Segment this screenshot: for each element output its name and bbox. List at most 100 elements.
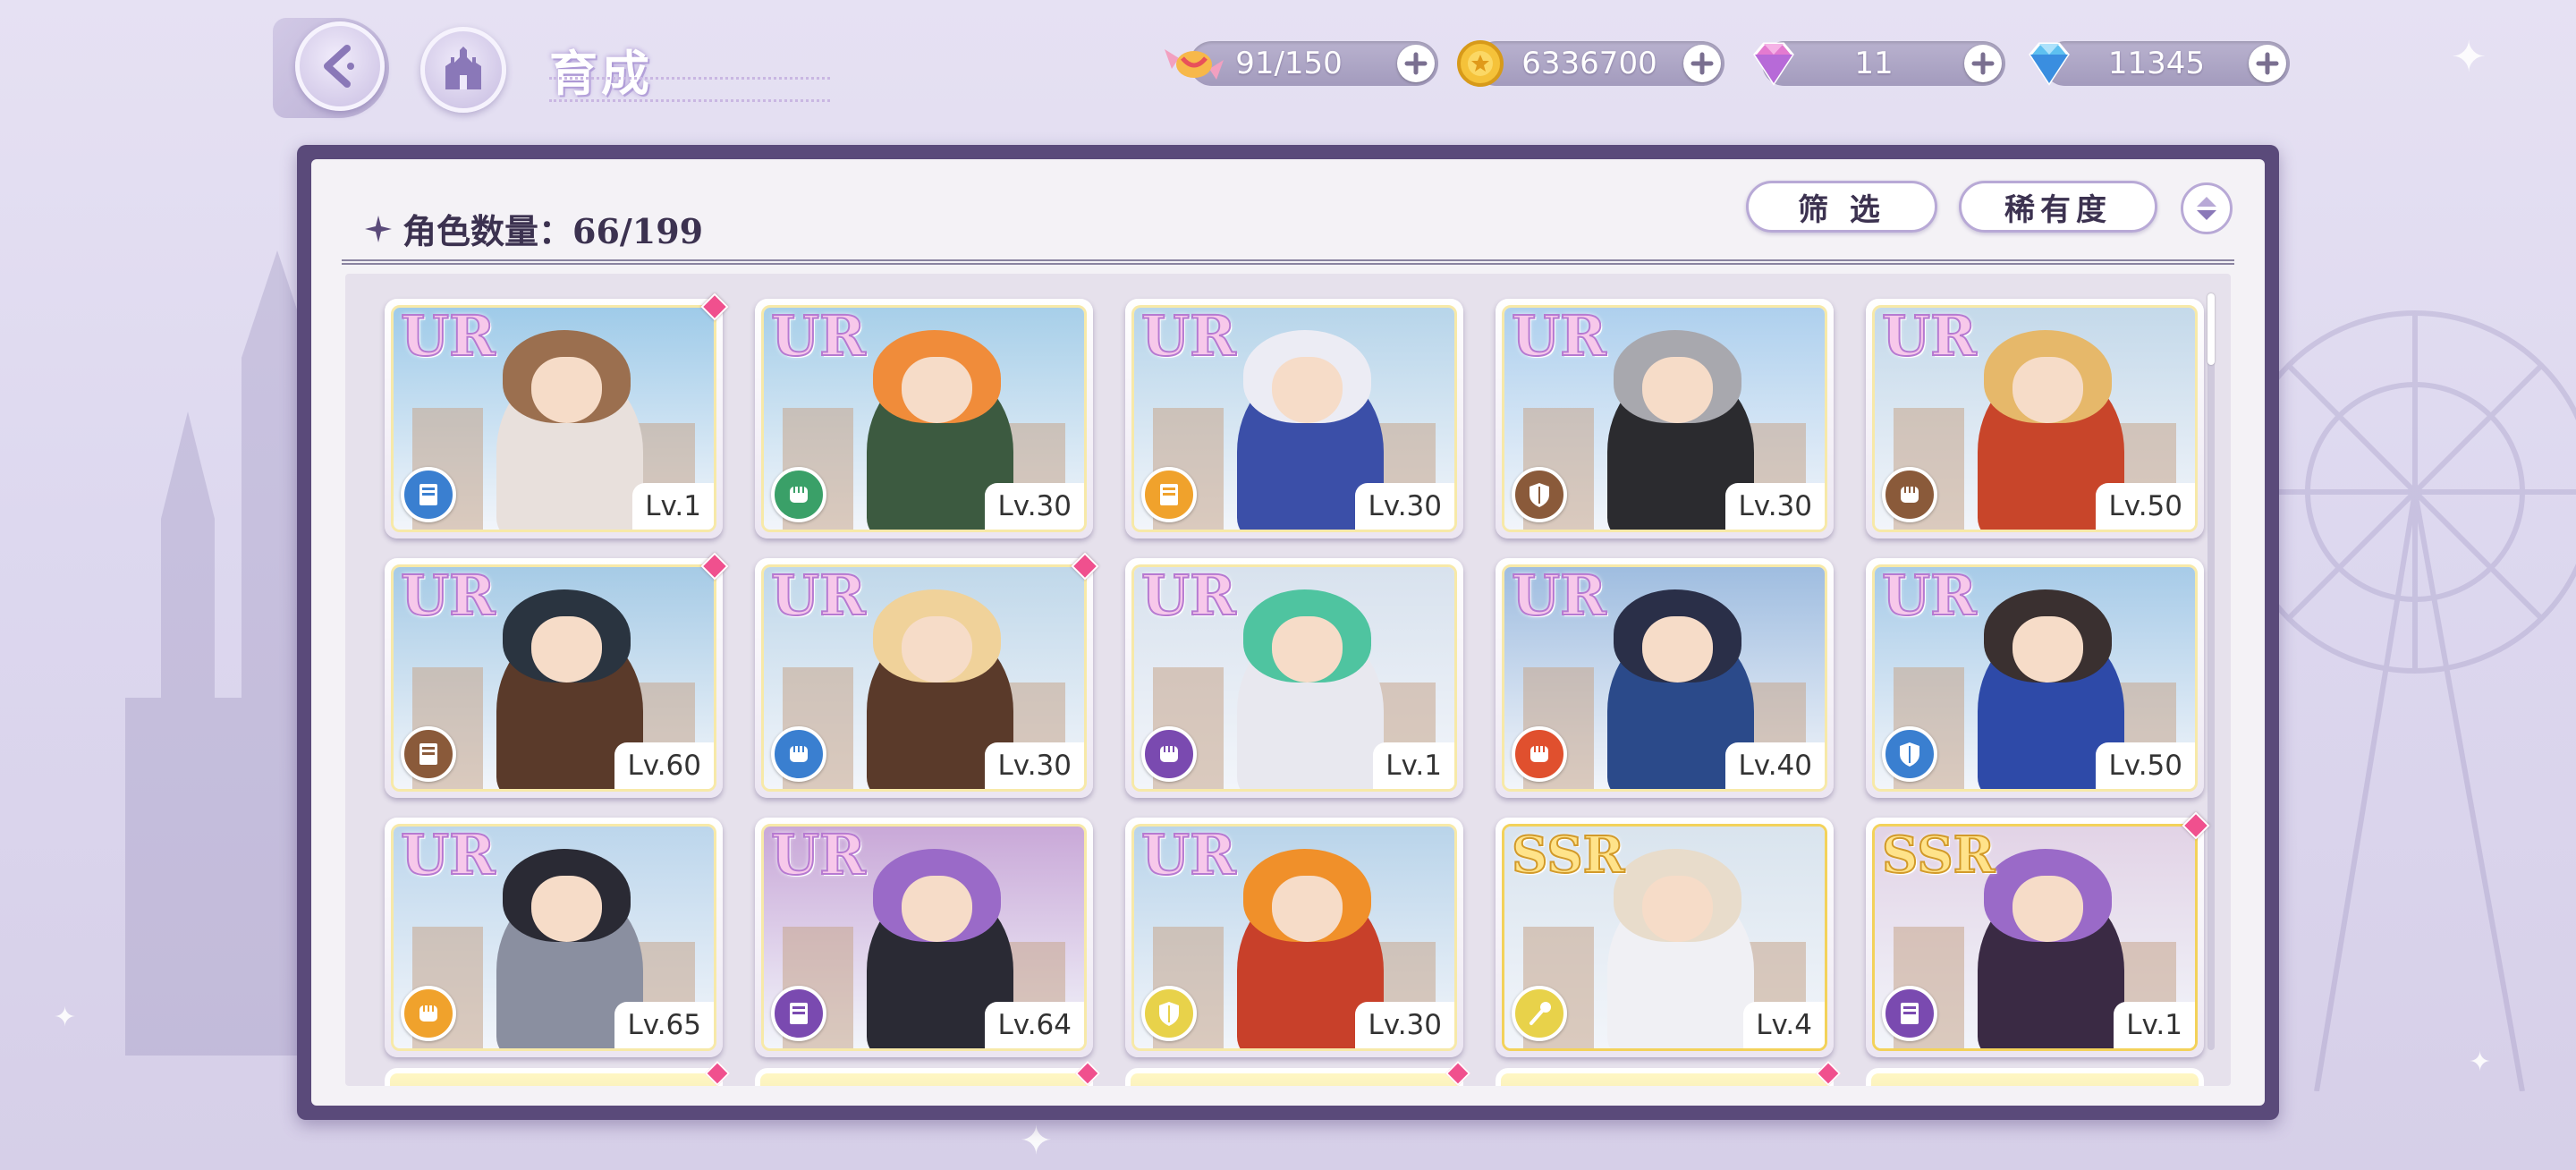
- character-card[interactable]: UR Lv.1: [385, 292, 729, 538]
- character-portrait: UR Lv.30: [1131, 305, 1457, 532]
- fist-icon: [1882, 467, 1937, 522]
- character-level: Lv.50: [2096, 483, 2195, 530]
- rarity-badge: UR: [1881, 305, 1978, 369]
- fist-icon: [771, 726, 826, 782]
- character-card[interactable]: UR Lv.30: [755, 299, 1093, 538]
- pink-gem-value: 11: [1854, 46, 1894, 81]
- book-icon: [401, 726, 456, 782]
- back-button[interactable]: [295, 21, 385, 111]
- rarity-badge: UR: [1140, 824, 1237, 887]
- character-face: [2012, 875, 2083, 942]
- character-card[interactable]: SSR Lv.4: [1496, 818, 1834, 1057]
- character-card[interactable]: UR Lv.1: [1125, 558, 1463, 798]
- grid-scrollbar[interactable]: [2207, 293, 2215, 1050]
- blue-diamond-icon: [2018, 34, 2080, 93]
- character-face: [901, 356, 972, 423]
- sparkle-decoration: ✦: [1020, 1118, 1053, 1164]
- shield-icon: [1882, 726, 1937, 782]
- character-card[interactable]: UR Lv.30: [755, 552, 1099, 798]
- sparkle-icon: [365, 215, 392, 242]
- sort-arrows-icon: [2197, 197, 2216, 220]
- sort-rarity-button[interactable]: 稀有度: [1959, 181, 2157, 233]
- blue-gem-value: 11345: [2107, 46, 2206, 81]
- rarity-badge: SSR: [1511, 826, 1625, 885]
- character-face: [2012, 615, 2083, 682]
- character-card[interactable]: UR Lv.60: [385, 552, 729, 798]
- add-pink-gem-button[interactable]: [1964, 45, 2002, 82]
- rarity-badge: UR: [400, 305, 496, 369]
- sparkle-decoration: ✦: [54, 1002, 77, 1033]
- plus-icon: [2256, 52, 2279, 75]
- character-card[interactable]: UR Lv.65: [385, 818, 723, 1057]
- character-level: Lv.64: [985, 1002, 1084, 1048]
- book-icon: [1882, 986, 1937, 1041]
- character-face: [2012, 356, 2083, 423]
- book-icon: [771, 986, 826, 1041]
- character-card-partial[interactable]: [755, 1060, 1101, 1086]
- add-stamina-button[interactable]: [1397, 45, 1435, 82]
- rarity-badge: UR: [770, 564, 867, 628]
- character-portrait: UR Lv.64: [761, 824, 1087, 1051]
- character-level: Lv.1: [1373, 742, 1454, 789]
- character-card-partial[interactable]: [1125, 1060, 1471, 1086]
- rarity-badge: UR: [1511, 305, 1607, 369]
- character-card[interactable]: UR Lv.50: [1866, 299, 2204, 538]
- character-card-partial[interactable]: [385, 1060, 731, 1086]
- plus-icon: [1404, 52, 1428, 75]
- character-portrait: SSR Lv.4: [1502, 824, 1827, 1051]
- character-portrait: UR Lv.30: [1502, 305, 1827, 532]
- character-level: Lv.50: [2096, 742, 2195, 789]
- character-portrait: UR Lv.50: [1872, 564, 2198, 792]
- character-portrait: UR Lv.50: [1872, 305, 2198, 532]
- castle-home-icon: [445, 47, 481, 89]
- book-icon: [1141, 467, 1197, 522]
- new-indicator-gem-icon: [1074, 1060, 1101, 1086]
- character-card[interactable]: SSR Lv.1: [1866, 811, 2210, 1057]
- character-card[interactable]: UR Lv.30: [1496, 299, 1834, 538]
- blue-gem-counter: 11345: [2029, 41, 2290, 86]
- character-portrait: UR Lv.1: [391, 305, 716, 532]
- stamina-counter: 91/150: [1165, 41, 1438, 86]
- character-panel-inner: 角色数量：66/199 筛 选 稀有度 UR Lv.1 UR Lv.30 UR Lv.30…: [311, 159, 2265, 1106]
- add-blue-gem-button[interactable]: [2249, 45, 2286, 82]
- character-panel: 角色数量：66/199 筛 选 稀有度 UR Lv.1 UR Lv.30 UR Lv.30…: [297, 145, 2279, 1120]
- character-card[interactable]: UR Lv.50: [1866, 558, 2204, 798]
- character-level: Lv.1: [632, 483, 714, 530]
- add-gold-button[interactable]: [1683, 45, 1721, 82]
- character-face: [530, 875, 602, 942]
- character-count-label: 角色数量：66/199: [402, 211, 704, 251]
- character-portrait: UR Lv.30: [761, 305, 1087, 532]
- character-level: Lv.1: [2114, 1002, 2195, 1048]
- character-level: Lv.30: [1355, 1002, 1454, 1048]
- sort-order-toggle[interactable]: [2181, 182, 2233, 234]
- character-face: [530, 615, 602, 682]
- book-icon: [401, 467, 456, 522]
- character-portrait: UR Lv.65: [391, 824, 716, 1051]
- character-card[interactable]: UR Lv.30: [1125, 818, 1463, 1057]
- character-portrait: SSR Lv.1: [1872, 824, 2198, 1051]
- home-button[interactable]: [420, 27, 506, 113]
- character-level: Lv.60: [614, 742, 714, 789]
- character-card[interactable]: UR Lv.40: [1496, 558, 1834, 798]
- character-portrait: UR Lv.1: [1131, 564, 1457, 792]
- character-card-partial[interactable]: [1496, 1060, 1842, 1086]
- character-portrait: UR Lv.30: [761, 564, 1087, 792]
- sparkle-decoration: ✦: [2451, 32, 2487, 82]
- filter-button[interactable]: 筛 选: [1746, 181, 1937, 233]
- gold-value: 6336700: [1521, 46, 1657, 81]
- pink-gem-counter: 11: [1753, 41, 2005, 86]
- character-face: [901, 615, 972, 682]
- fist-icon: [771, 467, 826, 522]
- rarity-badge: UR: [400, 824, 496, 887]
- character-level: Lv.40: [1725, 742, 1825, 789]
- character-portrait: UR Lv.30: [1131, 824, 1457, 1051]
- new-indicator-gem-icon: [1815, 1060, 1842, 1086]
- character-card-partial[interactable]: [1866, 1068, 2204, 1086]
- grid-scrollbar-thumb[interactable]: [2207, 293, 2215, 365]
- character-card[interactable]: UR Lv.64: [755, 818, 1093, 1057]
- shield-icon: [1512, 467, 1567, 522]
- character-card[interactable]: UR Lv.30: [1125, 299, 1463, 538]
- fist-icon: [1512, 726, 1567, 782]
- rarity-badge: UR: [1140, 305, 1237, 369]
- character-face: [1271, 615, 1343, 682]
